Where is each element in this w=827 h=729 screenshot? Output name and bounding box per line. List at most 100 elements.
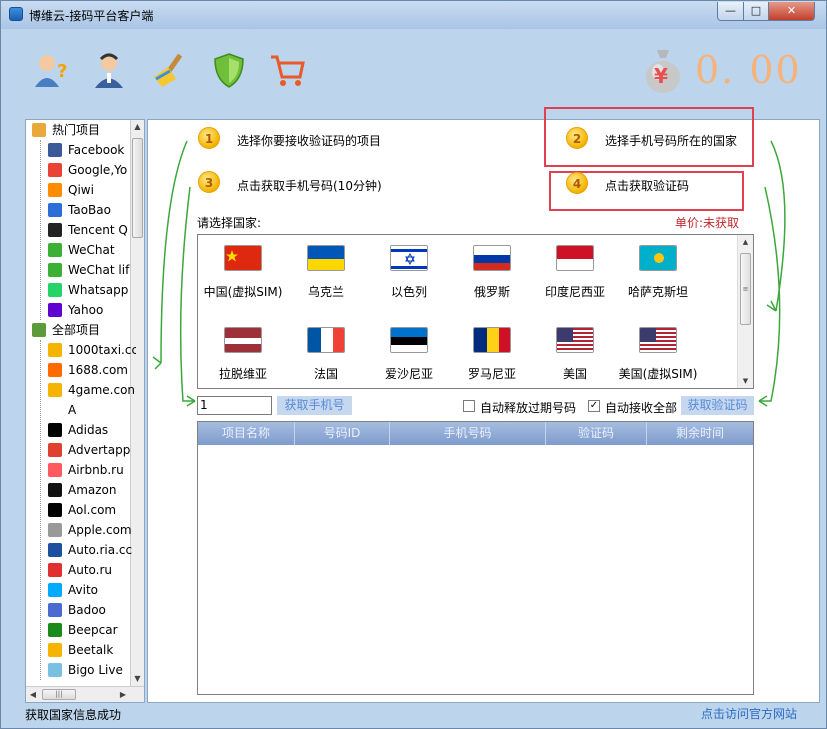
tree-item[interactable]: Yahoo <box>26 300 136 320</box>
tree-item-label: 1688.com <box>68 363 128 377</box>
tree-item-label: Facebook <box>68 143 125 157</box>
app-window: 博维云-接码平台客户端 — □ ✕ ? ¥ 0. 00 ▲ ▼ ◀ ||| ▶ … <box>0 0 827 729</box>
shield-icon[interactable] <box>209 50 249 90</box>
column-header[interactable]: 号码ID <box>295 422 390 445</box>
facebook-icon <box>48 143 62 157</box>
country-option[interactable]: 印度尼西亚 <box>532 237 618 299</box>
tree-item[interactable]: 全部项目 <box>26 320 136 340</box>
tree-item[interactable]: Tencent Q <box>26 220 136 240</box>
quantity-input[interactable]: 1 <box>197 396 272 415</box>
taxi-icon <box>48 343 62 357</box>
folder-all-icon <box>32 323 46 337</box>
tree-item[interactable]: Aol.com <box>26 500 136 520</box>
scroll-down-icon[interactable]: ▼ <box>738 374 753 388</box>
broom-icon[interactable] <box>149 50 189 90</box>
tree-item[interactable]: 1000taxi.cc <box>26 340 136 360</box>
project-tree[interactable]: ▲ ▼ ◀ ||| ▶ 热门项目 Facebook Google,Yo Qiwi Tao… <box>25 119 145 703</box>
country-option[interactable]: 以色列 <box>366 237 452 299</box>
minimize-button[interactable]: — <box>717 2 744 21</box>
autoru-icon <box>48 563 62 577</box>
tree-item[interactable]: Adidas <box>26 420 136 440</box>
country-option[interactable]: 中国(虚拟SIM) <box>200 237 286 299</box>
tree-item[interactable]: TaoBao <box>26 200 136 220</box>
kazakhstan-flag-icon <box>639 245 677 271</box>
tree-item-label: A <box>68 403 77 417</box>
close-button[interactable]: ✕ <box>768 2 815 21</box>
balance-value: 0. 00 <box>695 48 802 92</box>
country-option[interactable]: 爱沙尼亚 <box>366 319 452 381</box>
tree-item[interactable]: 4game.con <box>26 380 136 400</box>
tree-item[interactable]: Whatsapp <box>26 280 136 300</box>
country-option[interactable]: 拉脱维亚 <box>200 319 286 381</box>
country-option[interactable]: 美国 <box>532 319 618 381</box>
get-code-button[interactable]: 获取验证码 <box>681 396 754 415</box>
country-name: 爱沙尼亚 <box>384 367 433 381</box>
tree-item[interactable]: Amazon <box>26 480 136 500</box>
tree-item[interactable]: Auto.ru <box>26 560 136 580</box>
scroll-left-icon[interactable]: ◀ <box>26 688 40 702</box>
tree-item[interactable]: Beepcar <box>26 620 136 640</box>
tree-item[interactable]: Facebook <box>26 140 136 160</box>
step-1-badge: 1 <box>198 127 220 149</box>
country-name: 拉脱维亚 <box>218 367 267 381</box>
tree-item-label: Auto.ria.cc <box>68 543 133 557</box>
usa-flag-icon <box>556 327 594 353</box>
cart-icon[interactable] <box>267 50 307 90</box>
tree-horizontal-scrollbar[interactable]: ◀ ||| ▶ <box>26 686 144 702</box>
tree-item[interactable]: Qiwi <box>26 180 136 200</box>
tree-item[interactable]: 热门项目 <box>26 120 136 140</box>
column-header[interactable]: 验证码 <box>546 422 647 445</box>
romania-flag-icon <box>473 327 511 353</box>
scroll-thumb[interactable]: ||| <box>42 689 76 700</box>
user-help-icon[interactable]: ? <box>31 50 71 90</box>
country-option[interactable]: 罗马尼亚 <box>449 319 535 381</box>
tree-item-label: Auto.ru <box>68 563 113 577</box>
auto-release-checkbox[interactable] <box>463 400 475 412</box>
scroll-up-icon[interactable]: ▲ <box>738 235 753 249</box>
step-4-text: 点击获取验证码 <box>605 179 690 193</box>
tree-item[interactable]: Badoo <box>26 600 136 620</box>
column-header[interactable]: 手机号码 <box>390 422 546 445</box>
tree-item-label: Whatsapp <box>68 283 129 297</box>
column-header[interactable]: 剩余时间 <box>647 422 753 445</box>
usa-flag-icon <box>639 327 677 353</box>
tree-item[interactable]: 1688.com <box>26 360 136 380</box>
scroll-right-icon[interactable]: ▶ <box>116 688 130 702</box>
country-option[interactable]: 美国(虚拟SIM) <box>615 319 701 381</box>
auto-receive-checkbox[interactable]: ✓ <box>588 400 600 412</box>
country-name: 法国 <box>313 367 338 381</box>
tree-item[interactable]: Auto.ria.cc <box>26 540 136 560</box>
country-option[interactable]: 俄罗斯 <box>449 237 535 299</box>
official-site-link[interactable]: 点击访问官方网站 <box>701 705 797 722</box>
country-option[interactable]: 法国 <box>283 319 369 381</box>
tree-item[interactable]: WeChat <box>26 240 136 260</box>
column-header[interactable]: 项目名称 <box>198 422 295 445</box>
tree-item[interactable]: Bigo Live <box>26 660 136 680</box>
tree-item[interactable]: Google,Yo <box>26 160 136 180</box>
russia-flag-icon <box>473 245 511 271</box>
tree-item[interactable]: Advertapp <box>26 440 136 460</box>
country-option[interactable]: 哈萨克斯坦 <box>615 237 701 299</box>
airbnb-icon <box>48 463 62 477</box>
tree-item[interactable]: Avito <box>26 580 136 600</box>
tree-item[interactable]: WeChat lif <box>26 260 136 280</box>
tree-item-label: Avito <box>68 583 98 597</box>
bigo-live-icon <box>48 663 62 677</box>
latvia-flag-icon <box>224 327 262 353</box>
tree-item[interactable]: A <box>26 400 136 420</box>
get-number-button[interactable]: 获取手机号 <box>277 396 352 415</box>
country-name: 印度尼西亚 <box>544 285 605 299</box>
maximize-button[interactable]: □ <box>743 2 769 21</box>
country-option[interactable]: 乌克兰 <box>283 237 369 299</box>
tree-item[interactable]: Beetalk <box>26 640 136 660</box>
auto-release-label: 自动释放过期号码 <box>480 401 577 415</box>
scroll-thumb[interactable]: ≡ <box>740 253 751 325</box>
badoo-icon <box>48 603 62 617</box>
tree-item[interactable]: Apple.com <box>26 520 136 540</box>
tree-item-label: Adidas <box>68 423 109 437</box>
user-agent-icon[interactable] <box>89 50 129 90</box>
title-bar: 博维云-接码平台客户端 — □ ✕ <box>1 1 826 29</box>
tree-item[interactable]: Airbnb.ru <box>26 460 136 480</box>
country-list-scrollbar[interactable]: ▲ ≡ ▼ <box>737 235 753 388</box>
ukraine-flag-icon <box>307 245 345 271</box>
